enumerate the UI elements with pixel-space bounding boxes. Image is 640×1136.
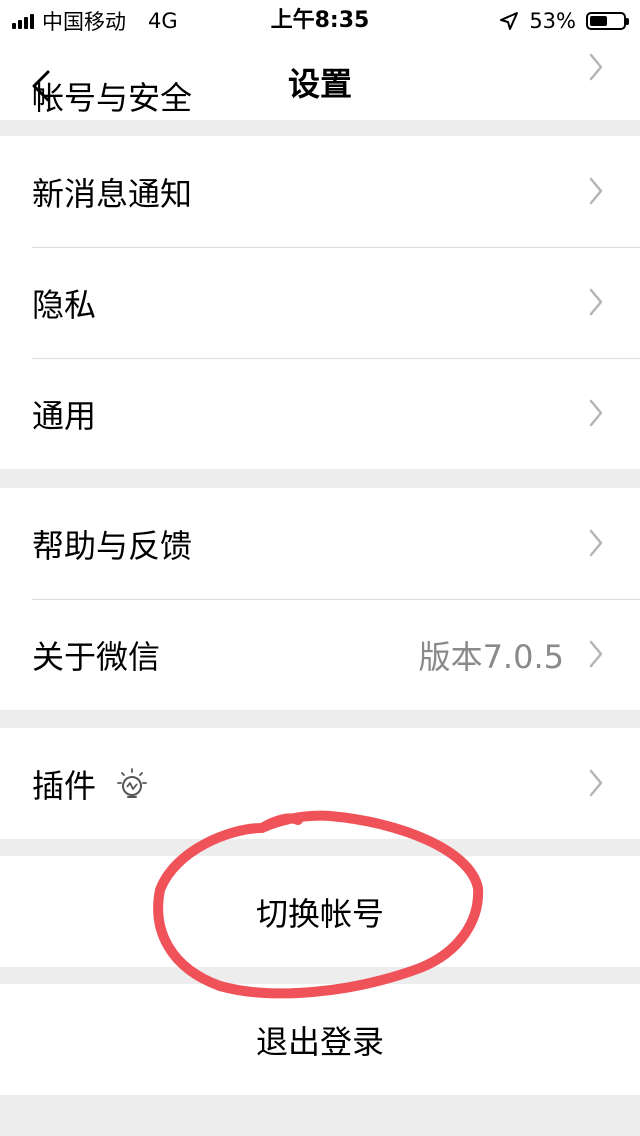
battery-percent: 53% [529, 9, 576, 33]
row-plugins[interactable]: 插件 [0, 728, 640, 839]
location-arrow-icon [500, 12, 519, 30]
settings-group-1: 新消息通知 隐私 通用 [0, 136, 640, 469]
switch-account-button[interactable]: 切换帐号 [0, 856, 640, 967]
version-value: 版本7.0.5 [418, 637, 564, 676]
chevron-right-icon [589, 529, 603, 557]
row-about[interactable]: 关于微信 版本7.0.5 [0, 599, 640, 710]
row-label: 插件 [32, 766, 97, 805]
battery-icon [586, 12, 629, 30]
settings-group-2: 帮助与反馈 关于微信 版本7.0.5 [0, 488, 640, 710]
chevron-right-icon [589, 640, 603, 668]
logout-label: 退出登录 [255, 1022, 384, 1061]
bulb-icon [117, 767, 147, 798]
row-label: 隐私 [32, 285, 97, 324]
switch-account-label: 切换帐号 [255, 894, 384, 933]
status-bar: 中国移动 4G 上午8:35 53% [0, 0, 640, 40]
chevron-right-icon [589, 53, 603, 81]
chevron-right-icon [589, 769, 603, 797]
status-right: 53% [499, 6, 629, 36]
row-account-security[interactable]: 帐号与安全 [0, 40, 640, 117]
chevron-right-icon [589, 399, 603, 427]
chevron-right-icon [589, 177, 603, 205]
chevron-right-icon [589, 288, 603, 316]
row-label: 通用 [32, 396, 97, 435]
row-label: 帮助与反馈 [32, 526, 193, 565]
battery-fill [590, 16, 607, 26]
row-general[interactable]: 通用 [0, 358, 640, 469]
settings-group-3: 插件 [0, 728, 640, 839]
row-privacy[interactable]: 隐私 [0, 247, 640, 358]
row-label: 关于微信 [32, 637, 161, 676]
logout-button[interactable]: 退出登录 [0, 984, 640, 1095]
row-label-wrap: 插件 [32, 728, 148, 839]
row-help-feedback[interactable]: 帮助与反馈 [0, 488, 640, 599]
row-label: 帐号与安全 [32, 78, 193, 117]
